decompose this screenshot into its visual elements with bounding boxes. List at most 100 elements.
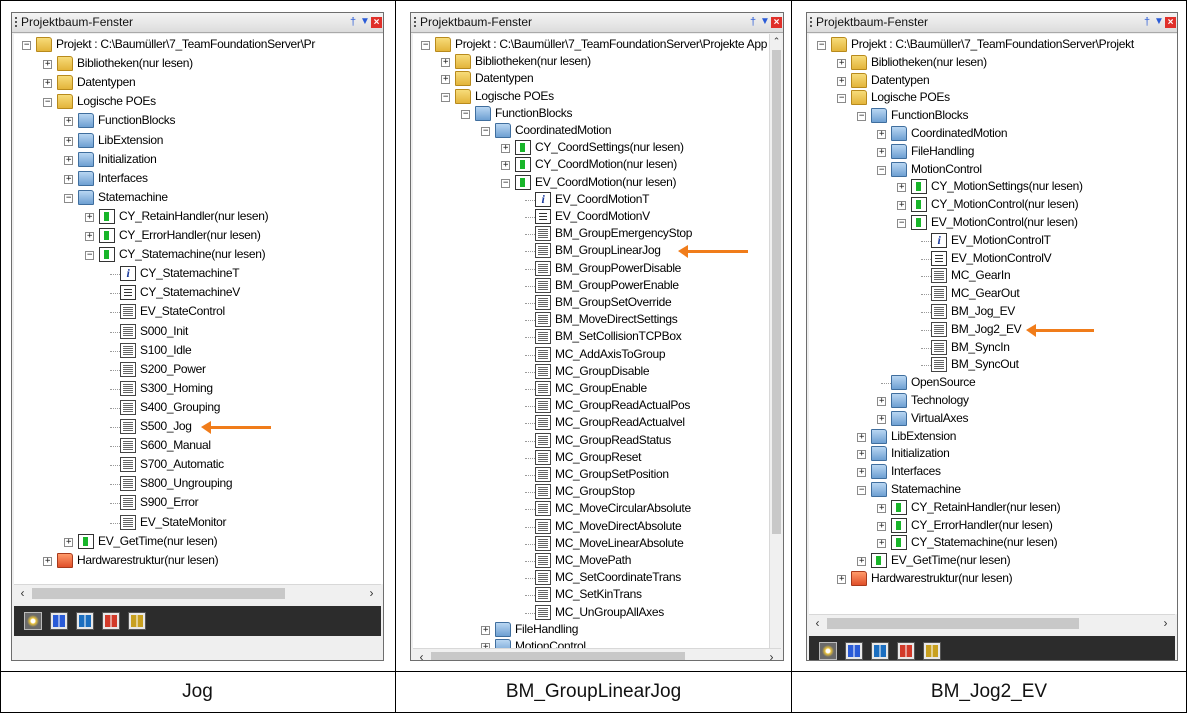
tree-node[interactable]: − CY_Statemachine(nur lesen) [14, 246, 383, 264]
collapse-icon[interactable]: − [501, 178, 510, 188]
tree-node[interactable]: + Initialization [14, 151, 383, 169]
tree-node[interactable]: + Datentypen [809, 72, 1177, 90]
tree-node[interactable]: + VirtualAxes [809, 410, 1177, 428]
scroll-up-icon[interactable]: ⌃ [770, 34, 783, 48]
tree-node[interactable]: + CY_ErrorHandler(nur lesen) [809, 517, 1177, 535]
tree-node[interactable]: S500_Jog [14, 418, 383, 436]
tree-node[interactable]: + EV_GetTime(nur lesen) [14, 533, 383, 551]
tree-node[interactable]: CY_StatemachineV [14, 284, 383, 302]
collapse-icon[interactable]: − [64, 193, 73, 203]
tree-node[interactable]: BM_Jog2_EV [809, 321, 1177, 339]
tree-node[interactable]: S100_Idle [14, 342, 383, 360]
tree-node[interactable]: + Datentypen [14, 74, 383, 92]
tree-view[interactable]: − Projekt : C:\Baumüller\7_TeamFoundation… [14, 34, 383, 584]
tree-node[interactable]: S600_Manual [14, 437, 383, 455]
tree-node[interactable]: EV_MotionControlV [809, 250, 1177, 268]
tree-node[interactable]: − CoordinatedMotion [413, 122, 769, 140]
tree-node[interactable]: + FileHandling [809, 143, 1177, 161]
collapse-icon[interactable]: − [22, 41, 31, 50]
scroll-left-icon[interactable]: ‹ [413, 649, 430, 660]
grip-icon[interactable] [414, 17, 416, 28]
scrollbar-thumb[interactable] [431, 652, 685, 660]
tree-node[interactable]: BM_GroupEmergencyStop [413, 225, 769, 243]
tree-node[interactable]: + CY_MotionSettings(nur lesen) [809, 178, 1177, 196]
tree-node[interactable]: S200_Power [14, 361, 383, 379]
expand-icon[interactable]: + [877, 397, 886, 406]
tree-node[interactable]: MC_GroupDisable [413, 363, 769, 381]
tree-node[interactable]: BM_SetCollisionTCPBox [413, 328, 769, 346]
tree-node[interactable]: MC_GroupReadActualvel [413, 414, 769, 432]
grip-icon[interactable] [810, 17, 812, 28]
tree-node[interactable]: + LibExtension [14, 132, 383, 150]
variables-icon[interactable] [923, 642, 941, 660]
collapse-icon[interactable]: − [837, 94, 846, 104]
tree-node[interactable]: i EV_CoordMotionT [413, 191, 769, 209]
expand-icon[interactable]: + [64, 155, 73, 165]
tree-node[interactable]: + Interfaces [809, 463, 1177, 481]
tree-node[interactable]: + Initialization [809, 445, 1177, 463]
collapse-icon[interactable]: − [877, 165, 886, 175]
hardware-icon[interactable] [897, 642, 915, 660]
tree-node[interactable]: − Statemachine [809, 481, 1177, 499]
tree-node[interactable]: + Bibliotheken(nur lesen) [14, 55, 383, 73]
tree-node[interactable]: MC_MoveLinearAbsolute [413, 535, 769, 553]
expand-icon[interactable]: + [837, 76, 846, 86]
tree-node[interactable]: MC_SetKinTrans [413, 586, 769, 604]
close-icon[interactable]: × [371, 17, 382, 28]
tree-node[interactable]: MC_GroupStop [413, 483, 769, 501]
tree-node[interactable]: S300_Homing [14, 380, 383, 398]
grip-icon[interactable] [15, 17, 17, 28]
variables-icon[interactable] [128, 612, 146, 630]
expand-icon[interactable]: + [85, 212, 94, 222]
tree-node[interactable]: + Hardwarestruktur(nur lesen) [14, 552, 383, 570]
tree-node[interactable]: S900_Error [14, 494, 383, 512]
tree-node[interactable]: MC_GroupSetPosition [413, 466, 769, 484]
tree-node[interactable]: MC_MovePath [413, 552, 769, 570]
tree-node[interactable]: BM_Jog_EV [809, 303, 1177, 321]
tree-node[interactable]: + Technology [809, 392, 1177, 410]
tree-node[interactable]: i EV_MotionControlT [809, 232, 1177, 250]
hardware-icon[interactable] [102, 612, 120, 630]
tree-node[interactable]: + FileHandling [413, 621, 769, 639]
expand-icon[interactable]: + [857, 432, 866, 442]
tree-node[interactable]: − FunctionBlocks [413, 105, 769, 123]
tree-node[interactable]: + CY_MotionControl(nur lesen) [809, 196, 1177, 214]
expand-icon[interactable]: + [877, 147, 886, 157]
tree-node[interactable]: MC_GearIn [809, 267, 1177, 285]
tree-node[interactable]: S700_Automatic [14, 456, 383, 474]
close-icon[interactable]: × [771, 17, 782, 28]
expand-icon[interactable]: + [441, 58, 450, 68]
window-titlebar[interactable]: Projektbaum-Fenster † ▼ × [807, 13, 1177, 33]
tree-node[interactable]: + FunctionBlocks [14, 112, 383, 130]
window-titlebar[interactable]: Projektbaum-Fenster † ▼ × [411, 13, 783, 33]
tree-node[interactable]: − EV_MotionControl(nur lesen) [809, 214, 1177, 232]
tree-node[interactable]: BM_SyncOut [809, 356, 1177, 374]
tree-node[interactable]: BM_GroupPowerEnable [413, 277, 769, 295]
expand-icon[interactable]: + [857, 557, 866, 567]
tree-node[interactable]: − Logische POEs [809, 89, 1177, 107]
collapse-icon[interactable]: − [441, 92, 450, 102]
horizontal-scrollbar[interactable]: ‹ › [413, 648, 781, 660]
tree-node[interactable]: + Bibliotheken(nur lesen) [809, 54, 1177, 72]
tree-node[interactable]: + CY_Statemachine(nur lesen) [809, 534, 1177, 552]
expand-icon[interactable]: + [64, 174, 73, 184]
tree-node[interactable]: + CY_CoordMotion(nur lesen) [413, 156, 769, 174]
tree-node[interactable]: i CY_StatemachineT [14, 265, 383, 283]
tree-node[interactable]: MC_GroupEnable [413, 380, 769, 398]
tree-node[interactable]: − FunctionBlocks [809, 107, 1177, 125]
tree-node[interactable]: + CY_ErrorHandler(nur lesen) [14, 227, 383, 245]
expand-icon[interactable]: + [897, 183, 906, 193]
expand-icon[interactable]: + [837, 58, 846, 68]
scrollbar-thumb[interactable] [827, 618, 1079, 629]
tree-node[interactable]: MC_GroupReset [413, 449, 769, 467]
tree-node[interactable]: EV_CoordMotionV [413, 208, 769, 226]
chevron-down-icon[interactable]: ▼ [1154, 16, 1164, 28]
pin-icon[interactable]: † [748, 16, 758, 28]
tree-node[interactable]: EV_StateControl [14, 303, 383, 321]
collapse-icon[interactable]: − [817, 41, 826, 50]
collapse-icon[interactable]: − [421, 41, 430, 50]
tree-node[interactable]: + CY_CoordSettings(nur lesen) [413, 139, 769, 157]
expand-icon[interactable]: + [481, 625, 490, 635]
scroll-right-icon[interactable]: › [363, 585, 380, 602]
expand-icon[interactable]: + [43, 556, 52, 566]
